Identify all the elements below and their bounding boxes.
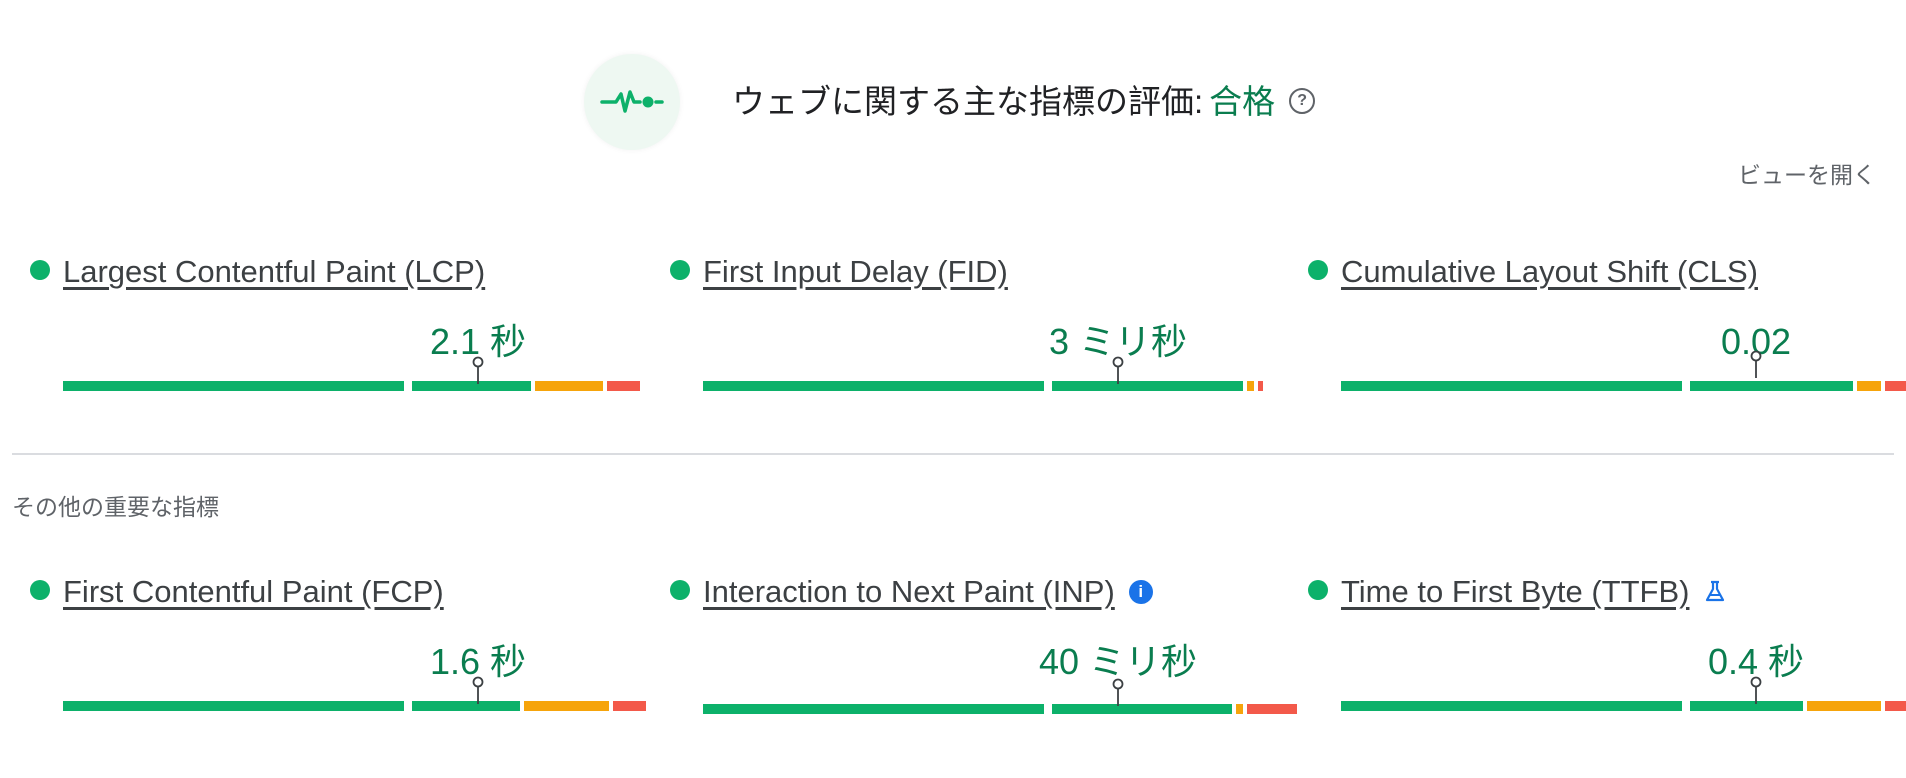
needs-improvement-segment: [1247, 381, 1254, 391]
assessment-title-text: ウェブに関する主な指標の評価:: [732, 83, 1204, 120]
section-label-other-metrics: その他の重要な指標: [12, 494, 219, 520]
good-segment-left: [1341, 701, 1682, 711]
assessment-status: 合格: [1209, 83, 1276, 120]
assessment-title: ウェブに関する主な指標の評価: 合格?: [732, 78, 1316, 126]
metric-link-inp[interactable]: Interaction to Next Paint (INP): [703, 574, 1115, 609]
p75-marker-icon: [1750, 350, 1762, 378]
section-divider: [12, 453, 1894, 455]
good-segment-left: [703, 704, 1044, 714]
good-segment-left: [703, 381, 1044, 391]
metric-link-lcp[interactable]: Largest Contentful Paint (LCP): [63, 254, 485, 290]
needs-improvement-segment: [1236, 704, 1243, 714]
needs-improvement-segment: [524, 701, 609, 711]
experimental-flask-icon[interactable]: [1703, 579, 1727, 603]
status-dot-good: [670, 580, 690, 600]
distribution-bar: [63, 381, 640, 391]
expand-view-link[interactable]: ビューを開く: [1738, 156, 1876, 190]
metric-card-fid: First Input Delay (FID) 3 ミリ秒: [670, 254, 1263, 414]
help-icon[interactable]: ?: [1289, 88, 1316, 115]
metric-card-ttfb: Time to First Byte (TTFB) 0.4 秒: [1308, 574, 1906, 734]
good-segment-right: [1690, 381, 1853, 391]
status-dot-good: [670, 260, 690, 280]
status-dot-good: [30, 260, 50, 280]
poor-segment: [1885, 381, 1906, 391]
metric-link-cls[interactable]: Cumulative Layout Shift (CLS): [1341, 254, 1758, 290]
metric-name-inp: Interaction to Next Paint (INP) i: [703, 574, 1153, 610]
status-dot-good: [1308, 260, 1328, 280]
metric-link-fid[interactable]: First Input Delay (FID): [703, 254, 1008, 290]
info-icon[interactable]: i: [1128, 579, 1153, 604]
poor-segment: [607, 381, 640, 391]
metric-link-fcp[interactable]: First Contentful Paint (FCP): [63, 574, 444, 610]
p75-marker-icon: [1112, 678, 1124, 706]
status-dot-good: [30, 580, 50, 600]
good-segment-right: [1052, 704, 1232, 714]
needs-improvement-segment: [1857, 381, 1881, 391]
p75-marker-icon: [1112, 356, 1124, 384]
distribution-bar: [703, 381, 1263, 391]
distribution-bar: [703, 704, 1297, 714]
good-segment-left: [63, 381, 404, 391]
distribution-bar: [63, 701, 646, 711]
metric-card-cls: Cumulative Layout Shift (CLS) 0.02: [1308, 254, 1906, 414]
poor-segment: [1258, 381, 1263, 391]
p75-marker-icon: [472, 676, 484, 704]
metric-card-fcp: First Contentful Paint (FCP) 1.6 秒: [30, 574, 646, 734]
needs-improvement-segment: [535, 381, 603, 391]
needs-improvement-segment: [1807, 701, 1881, 711]
metric-card-lcp: Largest Contentful Paint (LCP) 2.1 秒: [30, 254, 640, 414]
metric-link-ttfb[interactable]: Time to First Byte (TTFB): [1341, 574, 1689, 609]
status-dot-good: [1308, 580, 1328, 600]
poor-segment: [1885, 701, 1906, 711]
good-segment-left: [63, 701, 404, 711]
metric-card-inp: Interaction to Next Paint (INP) i 40 ミリ秒: [670, 574, 1297, 734]
good-segment-right: [1690, 701, 1803, 711]
metric-name-ttfb: Time to First Byte (TTFB): [1341, 574, 1727, 610]
good-segment-right: [412, 701, 520, 711]
poor-segment: [613, 701, 646, 711]
distribution-bar: [1341, 701, 1906, 711]
p75-marker-icon: [1750, 676, 1762, 704]
good-segment-right: [1052, 381, 1243, 391]
p75-marker-icon: [472, 356, 484, 384]
good-segment-left: [1341, 381, 1682, 391]
distribution-bar: [1341, 381, 1906, 391]
poor-segment: [1247, 704, 1297, 714]
pulse-icon: [584, 54, 680, 150]
